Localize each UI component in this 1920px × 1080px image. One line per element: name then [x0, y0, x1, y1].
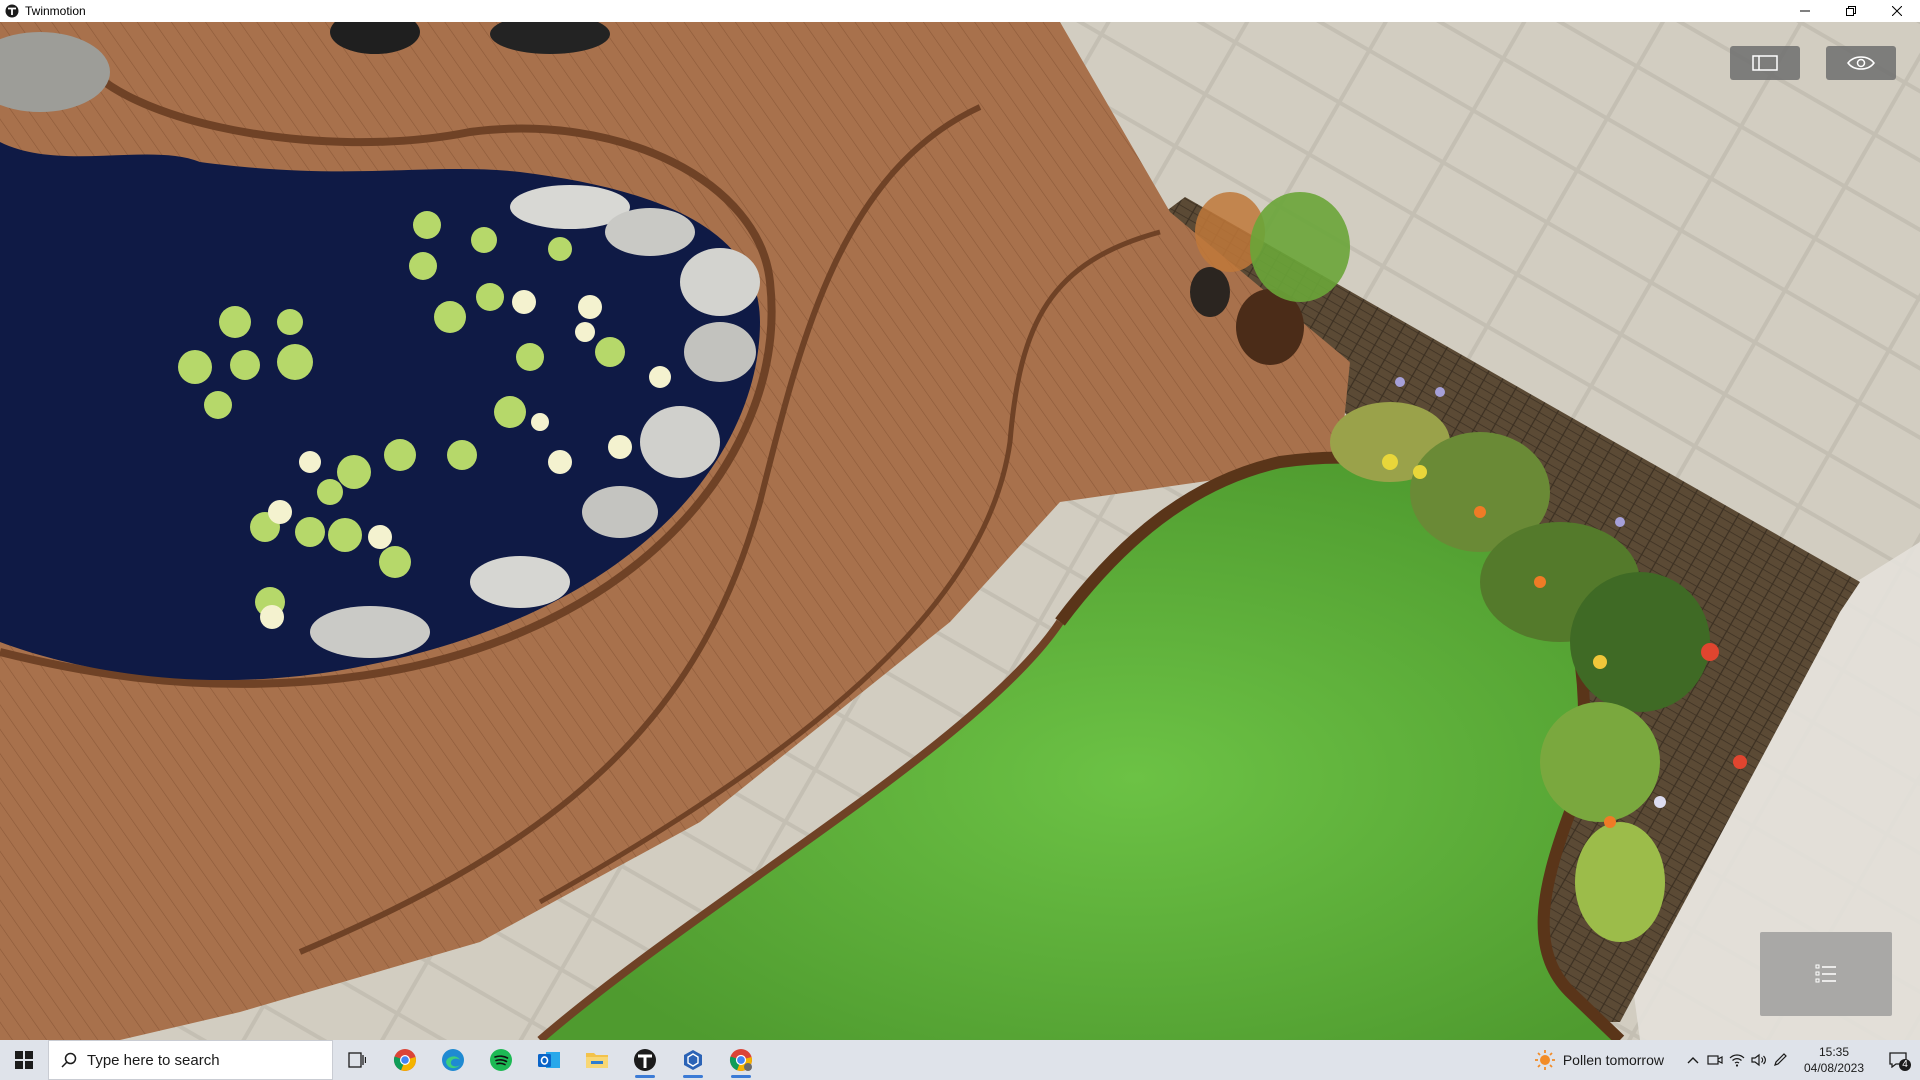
- clock-date: 04/08/2023: [1803, 1061, 1865, 1075]
- windows-logo-icon: [15, 1051, 33, 1069]
- taskbar-edge[interactable]: [429, 1040, 477, 1080]
- taskbar: Type here to search Pollen tomorrow 15:3…: [0, 1040, 1920, 1080]
- window-controls: [1782, 0, 1920, 22]
- twinmotion-logo-icon: [5, 4, 19, 18]
- sketchup-icon: [684, 1050, 702, 1070]
- close-button[interactable]: [1874, 0, 1920, 22]
- taskbar-chrome[interactable]: [381, 1040, 429, 1080]
- chevron-up-icon: [1687, 1057, 1699, 1064]
- restore-button[interactable]: [1828, 0, 1874, 22]
- speaker-icon: [1751, 1053, 1766, 1067]
- taskbar-chrome-profile[interactable]: [717, 1040, 765, 1080]
- camera-icon: [1707, 1055, 1723, 1065]
- meet-now-button[interactable]: [1704, 1040, 1726, 1080]
- title-bar: Twinmotion: [0, 0, 1920, 22]
- system-tray: Pollen tomorrow 15:35 04/08/2023 4: [1534, 1040, 1920, 1080]
- taskbar-twinmotion[interactable]: [621, 1040, 669, 1080]
- pollen-icon: [1534, 1050, 1555, 1070]
- network-button[interactable]: [1726, 1040, 1748, 1080]
- outlook-icon: [538, 1052, 560, 1068]
- 3d-viewport[interactable]: [0, 22, 1920, 1040]
- task-view-button[interactable]: [333, 1040, 381, 1080]
- show-hidden-icons-button[interactable]: [1682, 1040, 1704, 1080]
- minimize-button[interactable]: [1782, 0, 1828, 22]
- list-icon: [1815, 964, 1836, 983]
- twinmotion-icon: [634, 1049, 656, 1071]
- folder-icon: [586, 1053, 608, 1068]
- window-title: Twinmotion: [25, 4, 86, 18]
- view-mode-button[interactable]: [1826, 46, 1896, 80]
- garden-scene-render: [0, 22, 1920, 1040]
- search-placeholder: Type here to search: [87, 1051, 220, 1069]
- eye-icon: [1847, 56, 1875, 70]
- taskbar-sketchup[interactable]: [669, 1040, 717, 1080]
- pen-menu-button[interactable]: [1770, 1040, 1792, 1080]
- panel-layout-icon: [1752, 55, 1778, 71]
- system-clock[interactable]: 15:35 04/08/2023: [1798, 1044, 1870, 1076]
- weather-widget[interactable]: Pollen tomorrow: [1534, 1050, 1664, 1070]
- close-icon: [1892, 6, 1902, 16]
- chrome-profile-icon: [729, 1049, 752, 1071]
- weather-text: Pollen tomorrow: [1562, 1052, 1664, 1068]
- taskbar-spotify[interactable]: [477, 1040, 525, 1080]
- panel-layout-button[interactable]: [1730, 46, 1800, 80]
- edge-icon: [442, 1049, 464, 1071]
- restore-icon: [1846, 6, 1856, 16]
- pen-icon: [1774, 1053, 1787, 1066]
- taskbar-search-box[interactable]: Type here to search: [48, 1040, 333, 1080]
- volume-button[interactable]: [1748, 1040, 1770, 1080]
- chrome-icon: [393, 1049, 416, 1071]
- notification-count: 4: [1899, 1059, 1911, 1071]
- wifi-icon: [1729, 1054, 1745, 1067]
- task-view-icon: [348, 1052, 366, 1068]
- taskbar-outlook[interactable]: [525, 1040, 573, 1080]
- list-panel-button[interactable]: [1760, 932, 1892, 1016]
- search-icon: [61, 1052, 77, 1068]
- clock-time: 15:35: [1818, 1045, 1850, 1059]
- spotify-icon: [490, 1049, 512, 1071]
- minimize-icon: [1800, 10, 1810, 12]
- notification-center-button[interactable]: 4: [1876, 1040, 1920, 1080]
- start-button[interactable]: [0, 1040, 48, 1080]
- taskbar-file-explorer[interactable]: [573, 1040, 621, 1080]
